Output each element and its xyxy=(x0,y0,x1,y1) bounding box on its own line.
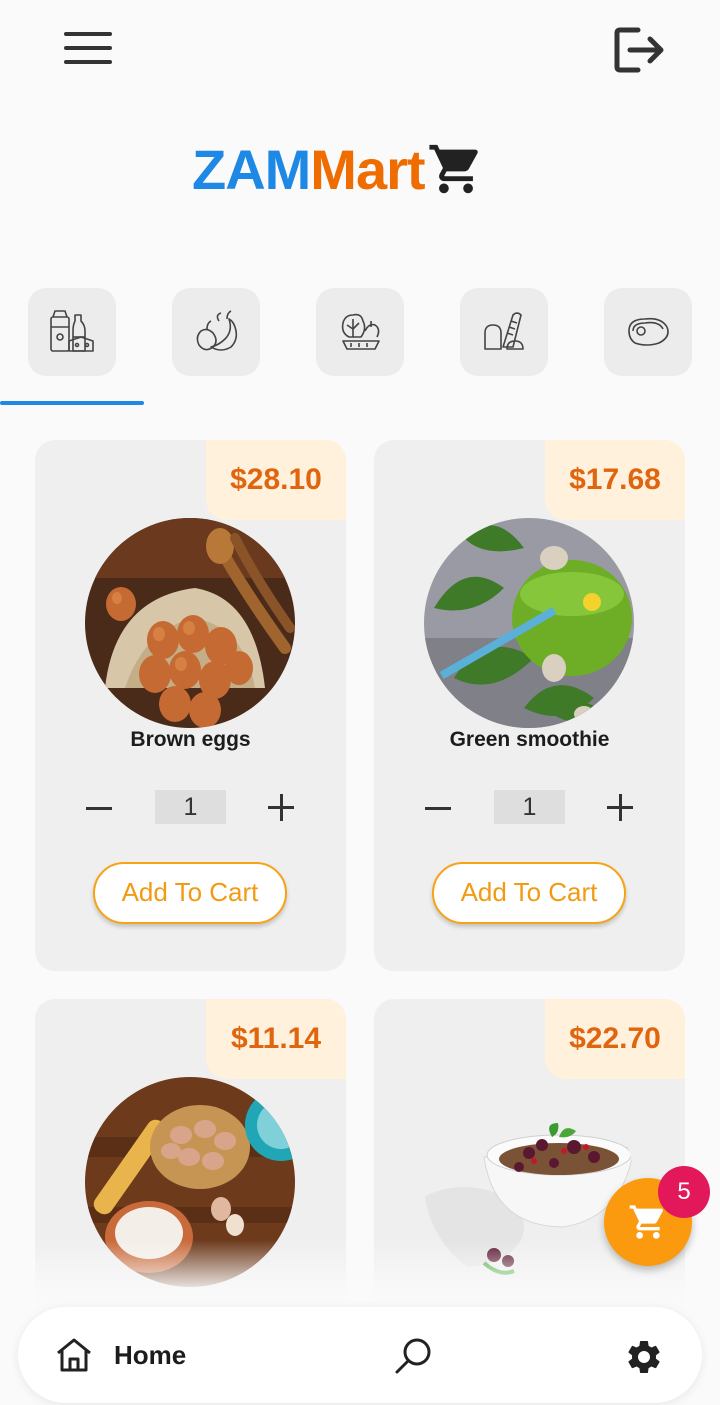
product-image xyxy=(85,518,295,728)
nav-search[interactable] xyxy=(392,1335,434,1377)
increase-quantity-button[interactable] xyxy=(265,788,297,828)
shopping-cart-icon xyxy=(428,144,478,194)
logout-icon xyxy=(614,27,664,73)
cart-count-badge: 5 xyxy=(658,1166,710,1218)
nav-home[interactable]: Home xyxy=(54,1333,186,1377)
product-card[interactable]: $17.68 Green smoothie 1 Add To Cart xyxy=(374,440,685,971)
app-logo: ZAM Mart xyxy=(192,137,485,201)
quantity-stepper: 1 xyxy=(35,788,346,828)
gear-icon xyxy=(628,1341,660,1373)
dairy-icon xyxy=(50,310,94,352)
nav-home-label: Home xyxy=(114,1339,187,1370)
category-vegetables[interactable] xyxy=(316,288,404,376)
category-fruits[interactable] xyxy=(172,288,260,376)
quantity-value[interactable]: 1 xyxy=(494,790,565,824)
search-icon xyxy=(395,1338,431,1374)
meat-icon xyxy=(628,317,669,346)
menu-button[interactable] xyxy=(64,32,112,66)
add-to-cart-button[interactable]: Add To Cart xyxy=(432,862,626,924)
shopping-cart-icon xyxy=(629,1205,664,1239)
fruits-icon xyxy=(196,310,238,351)
home-icon xyxy=(57,1338,91,1372)
add-to-cart-button[interactable]: Add To Cart xyxy=(93,862,287,924)
category-selected-indicator xyxy=(0,401,144,405)
price-tag: $11.14 xyxy=(206,999,346,1079)
bottom-navigation: Home xyxy=(18,1307,702,1403)
quantity-value[interactable]: 1 xyxy=(155,790,226,824)
decrease-quantity-button[interactable] xyxy=(422,788,454,828)
product-name: Green smoothie xyxy=(449,728,610,751)
hamburger-menu-icon xyxy=(64,32,112,36)
price-tag: $28.10 xyxy=(206,440,346,520)
category-bakery[interactable] xyxy=(460,288,548,376)
category-dairy[interactable] xyxy=(28,288,116,376)
minus-icon xyxy=(425,806,451,810)
minus-icon xyxy=(86,806,112,810)
product-image xyxy=(424,518,634,728)
decrease-quantity-button[interactable] xyxy=(83,788,115,828)
bakery-icon xyxy=(484,312,524,350)
nav-settings[interactable] xyxy=(624,1337,664,1377)
price-tag: $22.70 xyxy=(545,999,685,1079)
quantity-stepper: 1 xyxy=(374,788,685,828)
vegetables-icon xyxy=(341,313,380,350)
logo-text-zam: ZAM xyxy=(192,137,311,201)
price-tag: $17.68 xyxy=(545,440,685,520)
category-meat[interactable] xyxy=(604,288,692,376)
increase-quantity-button[interactable] xyxy=(604,788,636,828)
product-card[interactable]: $28.10 Brown eggs 1 Add To Cart xyxy=(35,440,346,971)
logout-button[interactable] xyxy=(612,24,668,76)
product-name: Brown eggs xyxy=(130,728,251,751)
category-list xyxy=(0,288,720,378)
logo-text-mart: Mart xyxy=(310,137,425,201)
